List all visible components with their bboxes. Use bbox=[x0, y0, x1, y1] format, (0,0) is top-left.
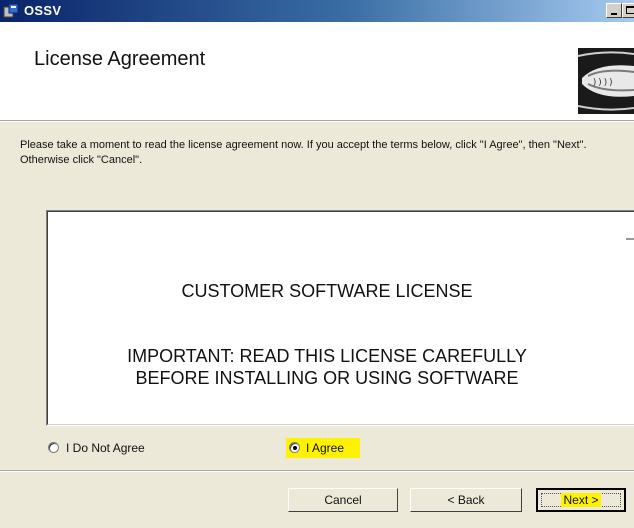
next-button[interactable]: Next > bbox=[536, 488, 626, 512]
license-text-box[interactable]: CUSTOMER SOFTWARE LICENSE IMPORTANT: REA… bbox=[46, 210, 634, 426]
agree-option[interactable]: I Agree bbox=[286, 438, 360, 458]
header-divider bbox=[0, 120, 634, 122]
disagree-label[interactable]: I Do Not Agree bbox=[66, 440, 145, 456]
agree-radio[interactable] bbox=[289, 442, 300, 453]
agree-label[interactable]: I Agree bbox=[306, 438, 344, 458]
minimize-button[interactable] bbox=[606, 3, 622, 18]
license-text-frame bbox=[47, 211, 634, 425]
svg-text:)))): )))) bbox=[592, 78, 614, 88]
footer-divider bbox=[0, 470, 634, 472]
page-title: License Agreement bbox=[34, 48, 206, 70]
back-button[interactable]: < Back bbox=[410, 488, 522, 512]
license-heading: CUSTOMER SOFTWARE LICENSE bbox=[181, 281, 473, 301]
maximize-button[interactable] bbox=[622, 3, 634, 18]
installer-app-icon bbox=[3, 3, 19, 19]
window-title: OSSV bbox=[24, 3, 62, 18]
title-bar[interactable]: OSSV bbox=[0, 0, 634, 22]
cancel-button[interactable]: Cancel bbox=[288, 488, 398, 512]
wizard-header: License Agreement )))) bbox=[0, 22, 634, 120]
instructions-text: Please take a moment to read the license… bbox=[20, 139, 587, 166]
scrollbar-edge[interactable] bbox=[626, 238, 634, 240]
next-button-label[interactable]: Next > bbox=[561, 493, 601, 507]
setup-logo-icon: )))) bbox=[577, 48, 634, 114]
license-important-line-1: IMPORTANT: READ THIS LICENSE CAREFULLY bbox=[127, 346, 527, 366]
license-important-line-2: BEFORE INSTALLING OR USING SOFTWARE bbox=[135, 368, 519, 388]
license-important-notice: IMPORTANT: READ THIS LICENSE CAREFULLY B… bbox=[47, 345, 607, 389]
disagree-radio[interactable] bbox=[48, 442, 59, 453]
